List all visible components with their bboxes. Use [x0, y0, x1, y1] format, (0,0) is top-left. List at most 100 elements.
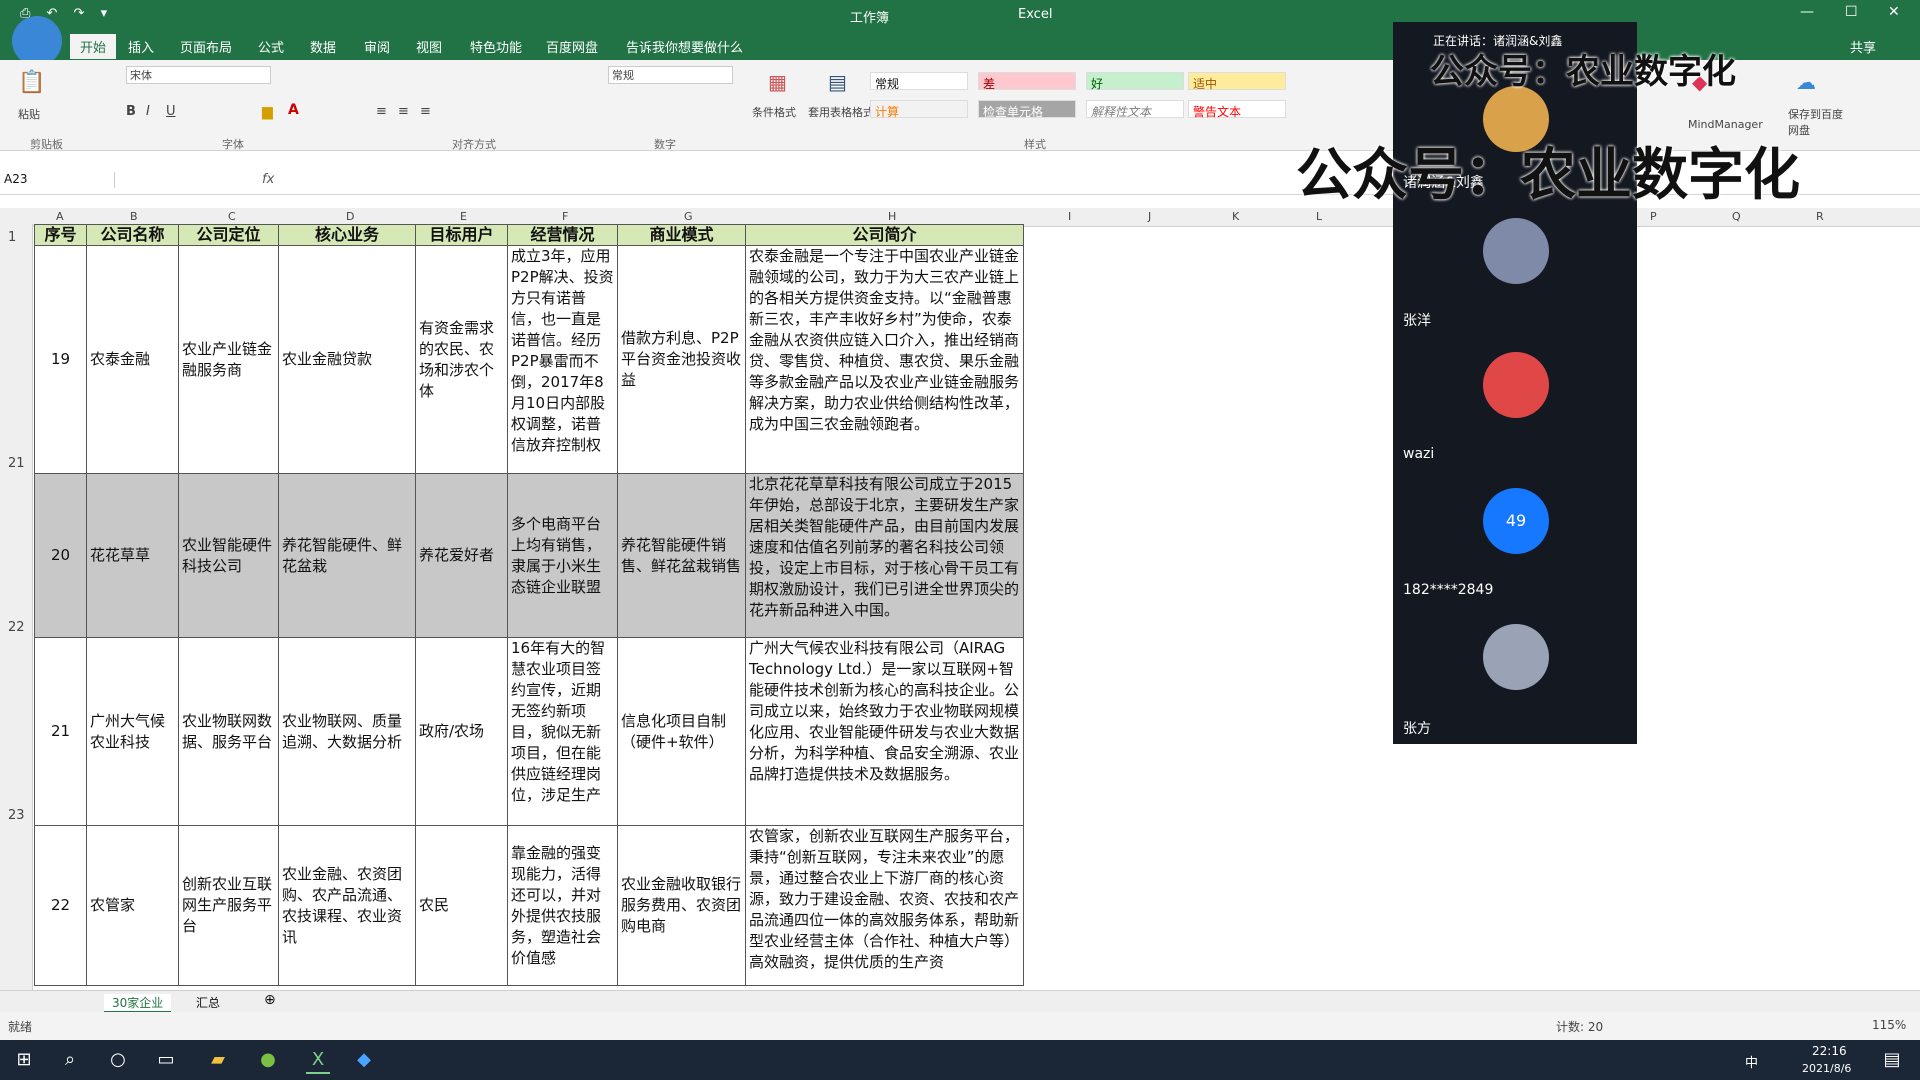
task-view-icon[interactable]: ▭: [154, 1048, 178, 1072]
cell-id[interactable]: 20: [34, 473, 87, 638]
excel-icon[interactable]: X: [306, 1048, 330, 1074]
font-color-icon[interactable]: A: [288, 102, 299, 118]
ime-indicator[interactable]: 中: [1745, 1052, 1758, 1071]
cell-ops[interactable]: 靠金融的强变现能力，活得还可以，并对外提供农技服务，塑造社会价值感: [507, 825, 618, 986]
row-header[interactable]: 1: [8, 230, 16, 245]
cell-core[interactable]: 农业物联网、质量追溯、大数据分析: [278, 637, 416, 826]
cell-intro[interactable]: 农管家，创新农业互联网生产服务平台，秉持“创新互联网，专注未来农业”的愿景，通过…: [745, 825, 1024, 986]
name-box[interactable]: A23: [4, 172, 115, 188]
cell-name[interactable]: 广州大气候农业科技: [86, 637, 179, 826]
cell-name[interactable]: 农管家: [86, 825, 179, 986]
cell-model[interactable]: 农业金融收取银行服务费用、农资团购电商: [617, 825, 746, 986]
col-header-i[interactable]: I: [1068, 210, 1071, 223]
header-cell[interactable]: 公司简介: [745, 224, 1024, 246]
tab-data[interactable]: 数据: [310, 37, 336, 56]
search-icon[interactable]: ⌕: [58, 1048, 82, 1072]
paste-icon[interactable]: 📋: [18, 70, 45, 95]
participant-avatar[interactable]: 49: [1483, 488, 1549, 554]
cell-ops[interactable]: 多个电商平台上均有销售，隶属于小米生态链企业联盟: [507, 473, 618, 638]
cell-id[interactable]: 21: [34, 637, 87, 826]
style-calc[interactable]: 计算: [870, 100, 968, 119]
table-format-button[interactable]: 套用表格格式: [808, 104, 874, 120]
cell-users[interactable]: 政府/农场: [415, 637, 508, 826]
cell-core[interactable]: 农业金融贷款: [278, 245, 416, 474]
style-neutral[interactable]: 适中: [1188, 72, 1286, 91]
cell-position[interactable]: 农业产业链金融服务商: [178, 245, 279, 474]
tab-formulas[interactable]: 公式: [258, 37, 284, 56]
row-header[interactable]: 23: [8, 808, 25, 823]
sheet-tab[interactable]: 汇总: [196, 994, 220, 1011]
row-header[interactable]: 22: [8, 620, 25, 635]
close-icon[interactable]: ✕: [1888, 4, 1900, 20]
style-warn[interactable]: 警告文本: [1188, 100, 1286, 119]
cell-ops[interactable]: 成立3年，应用P2P解决、投资方只有诺普信，也一直是诺普信。经历P2P暴雷而不倒…: [507, 245, 618, 474]
style-bad[interactable]: 差: [978, 72, 1076, 91]
cell-id[interactable]: 22: [34, 825, 87, 986]
tab-special[interactable]: 特色功能: [470, 37, 522, 56]
browser-icon[interactable]: ●: [256, 1048, 280, 1072]
style-check[interactable]: 检查单元格: [978, 100, 1076, 119]
cell-position[interactable]: 农业智能硬件科技公司: [178, 473, 279, 638]
tab-home[interactable]: 开始: [70, 34, 117, 59]
meeting-app-icon[interactable]: ◆: [352, 1048, 376, 1072]
col-header-q[interactable]: Q: [1732, 210, 1741, 223]
col-header-k[interactable]: K: [1232, 210, 1239, 223]
participant-avatar[interactable]: [1483, 218, 1549, 284]
fill-color-icon[interactable]: ▆: [262, 104, 273, 120]
clock-date[interactable]: 2021/8/6: [1802, 1062, 1851, 1075]
cell-model[interactable]: 借款方利息、P2P平台资金池投资收益: [617, 245, 746, 474]
header-cell[interactable]: 公司定位: [178, 224, 279, 246]
header-cell[interactable]: 公司名称: [86, 224, 179, 246]
cell-position[interactable]: 农业物联网数据、服务平台: [178, 637, 279, 826]
windows-start-icon[interactable]: ⊞: [12, 1048, 36, 1072]
col-header-f[interactable]: F: [562, 210, 568, 223]
conditional-format-button[interactable]: 条件格式: [752, 104, 796, 120]
file-explorer-icon[interactable]: ▰: [206, 1048, 230, 1072]
italic-button[interactable]: I: [146, 104, 150, 119]
paste-button[interactable]: 粘贴: [18, 106, 40, 122]
cell-intro[interactable]: 农泰金融是一个专注于中国农业产业链金融领域的公司，致力于为大三农产业链上的各相关…: [745, 245, 1024, 474]
col-header-e[interactable]: E: [460, 210, 467, 223]
conditional-format-icon[interactable]: ▦: [768, 70, 787, 94]
tab-view[interactable]: 视图: [416, 37, 442, 56]
cortana-icon[interactable]: ○: [106, 1048, 130, 1072]
cell-core[interactable]: 养花智能硬件、鲜花盆栽: [278, 473, 416, 638]
row-header[interactable]: 21: [8, 456, 25, 471]
cell-id[interactable]: 19: [34, 245, 87, 474]
number-format-select[interactable]: 常规: [608, 66, 733, 84]
col-header-h[interactable]: H: [888, 210, 896, 223]
notification-icon[interactable]: ▤: [1880, 1048, 1904, 1072]
maximize-icon[interactable]: ☐: [1845, 4, 1858, 20]
cell-model[interactable]: 信息化项目自制（硬件+软件）: [617, 637, 746, 826]
bold-button[interactable]: B: [126, 104, 136, 119]
header-cell[interactable]: 序号: [34, 224, 87, 246]
cell-users[interactable]: 农民: [415, 825, 508, 986]
style-explain[interactable]: 解释性文本: [1086, 100, 1184, 119]
cell-users[interactable]: 有资金需求的农民、农场和涉农个体: [415, 245, 508, 474]
col-header-b[interactable]: B: [130, 210, 138, 223]
col-header-a[interactable]: A: [56, 210, 64, 223]
table-format-icon[interactable]: ▤: [828, 70, 847, 94]
tab-baidu[interactable]: 百度网盘: [546, 37, 598, 56]
tab-page-layout[interactable]: 页面布局: [180, 37, 232, 56]
col-header-r[interactable]: R: [1816, 210, 1824, 223]
participant-avatar[interactable]: [1483, 624, 1549, 690]
tab-insert[interactable]: 插入: [128, 37, 154, 56]
zoom-level[interactable]: 115%: [1872, 1018, 1906, 1032]
participant-avatar[interactable]: [1483, 352, 1549, 418]
user-avatar-icon[interactable]: [12, 16, 62, 66]
cell-model[interactable]: 养花智能硬件销售、鲜花盆栽销售: [617, 473, 746, 638]
header-cell[interactable]: 经营情况: [507, 224, 618, 246]
align-center-icon[interactable]: ≡: [398, 104, 409, 119]
baidu-cloud-icon[interactable]: ☁: [1796, 70, 1816, 94]
col-header-l[interactable]: L: [1316, 210, 1322, 223]
col-header-p[interactable]: P: [1650, 210, 1657, 223]
cell-intro[interactable]: 广州大气候农业科技有限公司（AIRAG Technology Ltd.）是一家以…: [745, 637, 1024, 826]
col-header-g[interactable]: G: [684, 210, 693, 223]
align-right-icon[interactable]: ≡: [420, 104, 431, 119]
tab-review[interactable]: 审阅: [364, 37, 390, 56]
tell-me-search[interactable]: 告诉我你想要做什么: [626, 37, 743, 56]
cell-name[interactable]: 花花草草: [86, 473, 179, 638]
share-button[interactable]: 共享: [1850, 37, 1876, 56]
cell-core[interactable]: 农业金融、农资团购、农产品流通、农技课程、农业资讯: [278, 825, 416, 986]
